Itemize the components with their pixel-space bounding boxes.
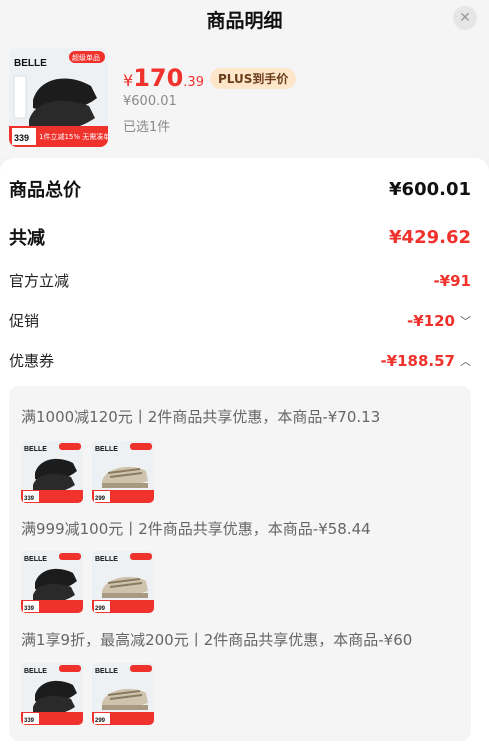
thumb-price: 339 <box>14 133 29 143</box>
coupon-item-3: 满1享9折，最高减200元丨2件商品共享优惠，本商品-¥60 <box>21 631 413 649</box>
total-label: 商品总价 <box>9 180 81 201</box>
svg-text:299: 299 <box>95 496 106 502</box>
coupon-3-shoe-2-thumbnail: BELLE 299 <box>92 663 154 725</box>
coupon-value-group[interactable]: -¥188.57 ︿ <box>380 352 471 370</box>
coupon-item-2: 满999减100元丨2件商品共享优惠，本商品-¥58.44 <box>21 520 371 538</box>
svg-text:299: 299 <box>95 718 106 724</box>
svg-text:BELLE: BELLE <box>95 556 118 563</box>
thumb-brand: BELLE <box>14 58 47 69</box>
detail-panel: 商品总价 ¥600.01 共减 ¥429.62 官方立减 -¥91 促销 -¥1… <box>0 158 489 753</box>
svg-text:299: 299 <box>95 606 106 612</box>
original-price: ¥600.01 <box>123 94 177 109</box>
promo-row[interactable]: 促销 -¥120 ﹀ <box>9 310 471 331</box>
discount-label: 共减 <box>9 228 45 249</box>
total-row: 商品总价 ¥600.01 <box>9 176 471 202</box>
product-summary: BELLE 超级单品 339 1件立减15% 无需凑单 ¥ 170 .39 PL… <box>0 40 489 158</box>
coupon-value: -¥188.57 <box>380 351 455 370</box>
header: 商品明细 ✕ <box>0 0 489 40</box>
selected-count: 已选1件 <box>123 120 171 135</box>
coupon-2-shoe-2-thumbnail: BELLE 299 <box>92 551 154 613</box>
coupon-item-1: 满1000减120元丨2件商品共享优惠，本商品-¥70.13 <box>21 408 381 426</box>
page-title: 商品明细 <box>206 10 283 32</box>
price-decimal: .39 <box>183 75 204 90</box>
product-thumbnail: BELLE 超级单品 339 1件立减15% 无需凑单 <box>9 48 108 147</box>
official-value: -¥91 <box>433 271 471 290</box>
svg-text:BELLE: BELLE <box>95 668 118 675</box>
close-icon[interactable]: ✕ <box>453 6 477 30</box>
official-row: 官方立减 -¥91 <box>9 270 471 291</box>
coupon-label: 优惠券 <box>9 352 55 370</box>
discount-value: ¥429.62 <box>389 226 471 248</box>
coupon-1-shoe-2-thumbnail: BELLE 299 <box>92 441 154 503</box>
thumb-badge: 超级单品 <box>72 53 100 62</box>
svg-text:BELLE: BELLE <box>24 668 47 675</box>
coupon-3-shoe-1-thumbnail: BELLE 339 <box>21 663 83 725</box>
coupon-1-shoe-1-thumbnail: BELLE 339 <box>21 441 83 503</box>
price-currency: ¥ <box>123 71 134 90</box>
svg-text:BELLE: BELLE <box>95 446 118 453</box>
svg-text:339: 339 <box>24 496 35 502</box>
svg-text:339: 339 <box>24 606 35 612</box>
price-integer: 170 <box>133 64 184 92</box>
promo-label: 促销 <box>9 312 40 330</box>
promo-value-group[interactable]: -¥120 ﹀ <box>407 312 471 330</box>
chevron-down-icon[interactable]: ﹀ <box>460 313 471 329</box>
total-value: ¥600.01 <box>389 178 471 200</box>
promo-value: -¥120 <box>407 311 455 330</box>
svg-text:BELLE: BELLE <box>24 446 47 453</box>
chevron-up-icon[interactable]: ︿ <box>460 353 471 369</box>
plus-price: ¥ 170 .39 PLUS到手价 <box>123 64 297 92</box>
svg-text:BELLE: BELLE <box>24 556 47 563</box>
svg-text:339: 339 <box>24 718 35 724</box>
coupon-row[interactable]: 优惠券 -¥188.57 ︿ <box>9 350 471 371</box>
discount-row: 共减 ¥429.62 <box>9 224 471 250</box>
thumb-banner: 1件立减15% 无需凑单 <box>39 132 108 141</box>
coupon-2-shoe-1-thumbnail: BELLE 339 <box>21 551 83 613</box>
coupon-details: 满1000减120元丨2件商品共享优惠，本商品-¥70.13 BELLE 339… <box>9 386 471 741</box>
plus-badge: PLUS到手价 <box>209 68 297 89</box>
official-label: 官方立减 <box>9 272 70 290</box>
